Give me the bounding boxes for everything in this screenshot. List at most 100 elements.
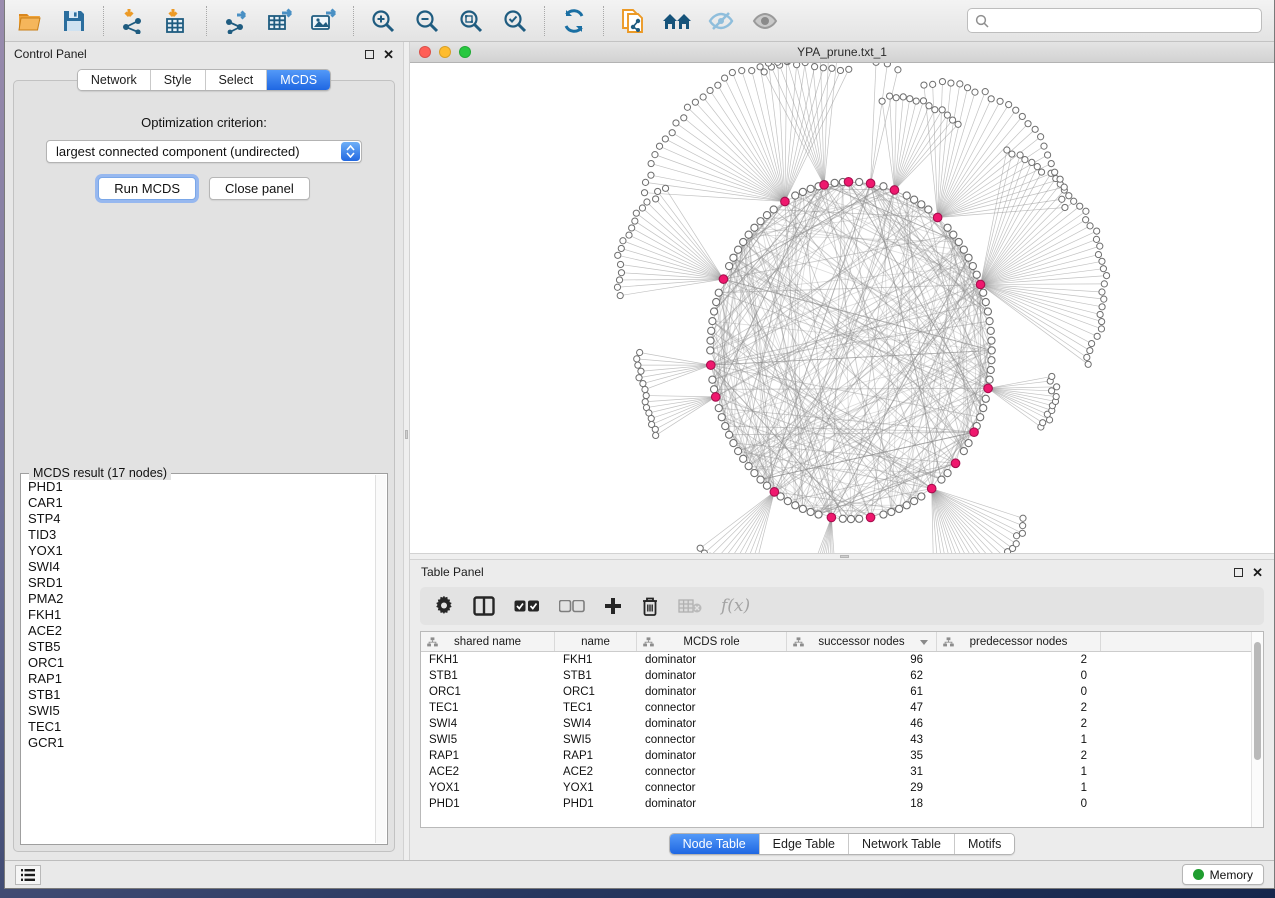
memory-button[interactable]: Memory (1182, 864, 1264, 885)
tab-node-table[interactable]: Node Table (670, 834, 760, 854)
zoom-fit-icon[interactable] (454, 6, 488, 36)
export-network-icon[interactable] (219, 6, 253, 36)
tab-network-table[interactable]: Network Table (849, 834, 955, 854)
table-cell[interactable]: TEC1 (555, 700, 637, 716)
table-cell[interactable]: connector (637, 732, 787, 748)
table-cell[interactable]: PHD1 (555, 796, 637, 812)
mcds-result-item[interactable]: STP4 (28, 511, 375, 527)
mcds-result-item[interactable]: SRD1 (28, 575, 375, 591)
vertical-splitter[interactable] (403, 42, 410, 860)
column-header-name[interactable]: name (555, 632, 637, 651)
delete-column-icon[interactable] (641, 594, 659, 618)
mcds-result-item[interactable]: PHD1 (28, 479, 375, 495)
mcds-result-item[interactable]: TEC1 (28, 719, 375, 735)
show-all-icon[interactable] (748, 6, 782, 36)
table-row[interactable]: STB1STB1dominator620 (421, 668, 1251, 684)
import-network-icon[interactable] (116, 6, 150, 36)
table-options-gear-icon[interactable] (434, 594, 454, 618)
table-cell[interactable]: 1 (937, 780, 1101, 796)
table-cell[interactable]: connector (637, 700, 787, 716)
table-cell[interactable]: 0 (937, 796, 1101, 812)
table-row[interactable]: ORC1ORC1dominator610 (421, 684, 1251, 700)
scrollbar-thumb[interactable] (1254, 642, 1261, 760)
create-column-icon[interactable] (604, 594, 622, 618)
duplicate-network-icon[interactable] (616, 6, 650, 36)
table-cell[interactable]: ACE2 (555, 764, 637, 780)
close-panel-button[interactable]: Close panel (209, 177, 310, 200)
table-row[interactable]: SWI4SWI4dominator462 (421, 716, 1251, 732)
table-cell[interactable]: 62 (787, 668, 937, 684)
column-header-predecessor-nodes[interactable]: predecessor nodes (937, 632, 1101, 651)
table-cell[interactable]: SWI5 (555, 732, 637, 748)
table-cell[interactable]: STB1 (421, 668, 555, 684)
mcds-result-item[interactable]: ACE2 (28, 623, 375, 639)
table-cell[interactable]: 2 (937, 716, 1101, 732)
table-cell[interactable]: 2 (937, 700, 1101, 716)
sort-caret-icon[interactable] (920, 640, 928, 645)
table-cell[interactable]: dominator (637, 668, 787, 684)
table-cell[interactable]: STB1 (555, 668, 637, 684)
splitter-grip[interactable] (405, 430, 408, 439)
table-cell[interactable]: 29 (787, 780, 937, 796)
table-cell[interactable]: connector (637, 780, 787, 796)
table-cell[interactable]: dominator (637, 796, 787, 812)
table-cell[interactable]: 0 (937, 684, 1101, 700)
close-panel-icon[interactable]: ✕ (383, 50, 394, 59)
mcds-result-list[interactable]: PHD1CAR1STP4TID3YOX1SWI4SRD1PMA2FKH1ACE2… (22, 475, 375, 843)
table-cell[interactable]: dominator (637, 716, 787, 732)
table-cell[interactable]: 61 (787, 684, 937, 700)
zoom-selected-icon[interactable] (498, 6, 532, 36)
mcds-result-item[interactable]: TID3 (28, 527, 375, 543)
table-cell[interactable]: 2 (937, 748, 1101, 764)
table-cell[interactable]: 31 (787, 764, 937, 780)
table-cell[interactable]: YOX1 (555, 780, 637, 796)
table-row[interactable]: FKH1FKH1dominator962 (421, 652, 1251, 668)
table-cell[interactable]: 1 (937, 732, 1101, 748)
show-column-icon[interactable] (473, 594, 495, 618)
first-neighbors-icon[interactable] (660, 6, 694, 36)
mcds-list-scrollbar[interactable] (375, 475, 386, 843)
table-row[interactable]: PHD1PHD1dominator180 (421, 796, 1251, 812)
table-cell[interactable]: FKH1 (555, 652, 637, 668)
tab-motifs[interactable]: Motifs (955, 834, 1014, 854)
column-header-shared-name[interactable]: shared name (421, 632, 555, 651)
table-cell[interactable]: 96 (787, 652, 937, 668)
unselect-all-columns-icon[interactable] (559, 594, 585, 618)
table-cell[interactable]: SWI4 (421, 716, 555, 732)
table-cell[interactable]: SWI4 (555, 716, 637, 732)
refresh-layout-icon[interactable] (557, 6, 591, 36)
search-input[interactable] (994, 14, 1254, 28)
table-row[interactable]: YOX1YOX1connector291 (421, 780, 1251, 796)
table-cell[interactable]: PHD1 (421, 796, 555, 812)
export-table-icon[interactable] (263, 6, 297, 36)
select-all-columns-icon[interactable] (514, 594, 540, 618)
mcds-result-item[interactable]: PMA2 (28, 591, 375, 607)
search-field[interactable] (967, 8, 1262, 33)
export-image-icon[interactable] (307, 6, 341, 36)
table-cell[interactable]: 1 (937, 764, 1101, 780)
mcds-result-item[interactable]: STB5 (28, 639, 375, 655)
table-cell[interactable]: dominator (637, 748, 787, 764)
function-builder-icon[interactable]: f(x) (721, 594, 750, 618)
table-cell[interactable]: dominator (637, 652, 787, 668)
optimization-criterion-dropdown[interactable]: largest connected component (undirected) (46, 140, 362, 163)
table-cell[interactable]: FKH1 (421, 652, 555, 668)
table-row[interactable]: ACE2ACE2connector311 (421, 764, 1251, 780)
table-cell[interactable]: RAP1 (555, 748, 637, 764)
table-cell[interactable]: 46 (787, 716, 937, 732)
task-history-button[interactable] (15, 865, 41, 885)
splitter-grip[interactable] (840, 555, 849, 558)
table-cell[interactable]: RAP1 (421, 748, 555, 764)
tab-select[interactable]: Select (206, 70, 268, 90)
table-cell[interactable]: 47 (787, 700, 937, 716)
column-header-successor-nodes[interactable]: successor nodes (787, 632, 937, 651)
mcds-result-item[interactable]: FKH1 (28, 607, 375, 623)
network-graph[interactable] (410, 63, 1274, 553)
float-panel-icon[interactable] (1234, 568, 1243, 577)
tab-style[interactable]: Style (151, 70, 206, 90)
table-cell[interactable]: ACE2 (421, 764, 555, 780)
table-cell[interactable]: SWI5 (421, 732, 555, 748)
table-cell[interactable]: ORC1 (555, 684, 637, 700)
mcds-result-item[interactable]: SWI5 (28, 703, 375, 719)
mcds-result-item[interactable]: ORC1 (28, 655, 375, 671)
